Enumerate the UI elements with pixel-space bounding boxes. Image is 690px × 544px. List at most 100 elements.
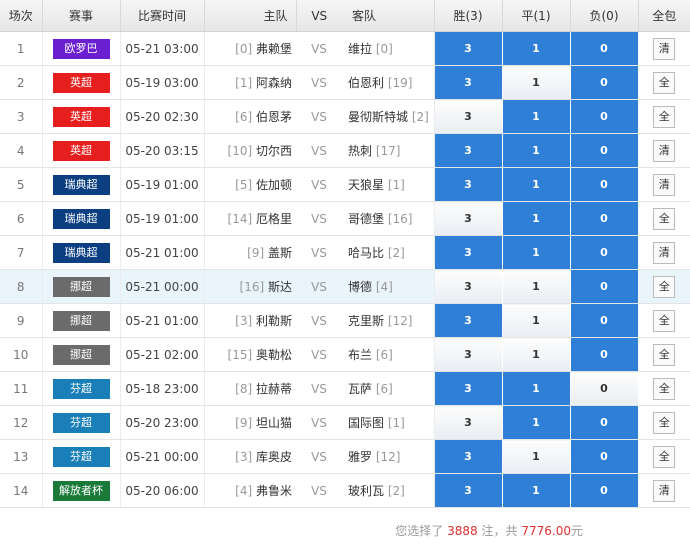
odd-lose-cell[interactable]: 0 bbox=[570, 303, 639, 338]
home-team-cell: [14] 厄格里 bbox=[204, 201, 296, 236]
odd-lose-cell[interactable]: 0 bbox=[570, 269, 639, 304]
betting-panel: 场次 赛事 比赛时间 主队 VS 客队 胜(3) 平(1) 负(0) 全包 1欧… bbox=[0, 0, 690, 544]
league-cell: 英超 bbox=[42, 65, 121, 100]
all-pick-cell: 全 bbox=[638, 371, 690, 406]
odd-draw-cell[interactable]: 1 bbox=[502, 337, 571, 372]
odd-draw-cell[interactable]: 1 bbox=[502, 235, 571, 270]
vs-label: VS bbox=[296, 371, 342, 406]
match-time: 05-20 02:30 bbox=[120, 99, 205, 134]
league-cell: 芬超 bbox=[42, 439, 121, 474]
odd-win-cell[interactable]: 3 bbox=[434, 235, 503, 270]
odd-draw-cell[interactable]: 1 bbox=[502, 31, 571, 66]
odd-lose-cell[interactable]: 0 bbox=[570, 473, 639, 508]
league-badge: 挪超 bbox=[52, 344, 110, 365]
all-pick-button[interactable]: 全 bbox=[653, 207, 676, 230]
home-team-cell: [4] 弗鲁米 bbox=[204, 473, 296, 508]
odd-lose-cell[interactable]: 0 bbox=[570, 439, 639, 474]
odd-draw-cell[interactable]: 1 bbox=[502, 99, 571, 134]
league-badge: 芬超 bbox=[52, 446, 110, 467]
odd-lose-cell[interactable]: 0 bbox=[570, 371, 639, 406]
odd-lose-cell[interactable]: 0 bbox=[570, 201, 639, 236]
odd-lose-cell[interactable]: 0 bbox=[570, 235, 639, 270]
odd-win-cell[interactable]: 3 bbox=[434, 371, 503, 406]
odd-lose-cell[interactable]: 0 bbox=[570, 337, 639, 372]
odd-lose-cell[interactable]: 0 bbox=[570, 31, 639, 66]
away-rank: [1] bbox=[387, 178, 405, 192]
header-lose: 负(0) bbox=[570, 0, 639, 32]
table-row: 8 挪超 05-21 00:00 [16] 斯达 VS 博德 [4] 3 1 0 全 bbox=[0, 269, 690, 304]
odd-lose-cell[interactable]: 0 bbox=[570, 405, 639, 440]
odd-win-cell[interactable]: 3 bbox=[434, 337, 503, 372]
odd-win-cell[interactable]: 3 bbox=[434, 133, 503, 168]
header-time: 比赛时间 bbox=[120, 0, 205, 32]
all-pick-button[interactable]: 全 bbox=[653, 445, 676, 468]
home-team: 伯恩茅 bbox=[255, 110, 292, 124]
all-pick-button[interactable]: 清 bbox=[653, 241, 676, 264]
odd-draw-cell[interactable]: 1 bbox=[502, 201, 571, 236]
odd-draw-cell[interactable]: 1 bbox=[502, 133, 571, 168]
all-pick-button[interactable]: 全 bbox=[653, 275, 676, 298]
odd-draw-cell[interactable]: 1 bbox=[502, 473, 571, 508]
summary-suffix: 元 bbox=[570, 524, 583, 538]
home-team-cell: [5] 佐加顿 bbox=[204, 167, 296, 202]
away-team-cell: 玻利瓦 [2] bbox=[342, 473, 435, 508]
odd-win-cell[interactable]: 3 bbox=[434, 99, 503, 134]
odd-win-cell[interactable]: 3 bbox=[434, 31, 503, 66]
all-pick-button[interactable]: 全 bbox=[653, 71, 676, 94]
away-team: 克里斯 bbox=[348, 314, 385, 328]
odd-win-cell[interactable]: 3 bbox=[434, 303, 503, 338]
all-pick-button[interactable]: 全 bbox=[653, 105, 676, 128]
odd-win-cell[interactable]: 3 bbox=[434, 405, 503, 440]
away-rank: [6] bbox=[375, 348, 393, 362]
all-pick-cell: 全 bbox=[638, 303, 690, 338]
odd-win-cell[interactable]: 3 bbox=[434, 473, 503, 508]
match-index: 14 bbox=[0, 473, 43, 508]
odd-win-cell[interactable]: 3 bbox=[434, 439, 503, 474]
away-team-cell: 克里斯 [12] bbox=[342, 303, 435, 338]
home-rank: [14] bbox=[227, 212, 253, 226]
odd-win-cell[interactable]: 3 bbox=[434, 201, 503, 236]
all-pick-button[interactable]: 全 bbox=[653, 309, 676, 332]
selection-summary: 您选择了 3888 注，共 7776.00元 bbox=[395, 522, 583, 539]
all-pick-button[interactable]: 全 bbox=[653, 343, 676, 366]
odd-draw-cell[interactable]: 1 bbox=[502, 269, 571, 304]
all-pick-button[interactable]: 清 bbox=[653, 37, 676, 60]
away-rank: [2] bbox=[387, 484, 405, 498]
odd-draw-cell[interactable]: 1 bbox=[502, 167, 571, 202]
odd-lose-cell[interactable]: 0 bbox=[570, 99, 639, 134]
odd-lose-cell[interactable]: 0 bbox=[570, 167, 639, 202]
all-pick-cell: 清 bbox=[638, 473, 690, 508]
odd-win-cell[interactable]: 3 bbox=[434, 167, 503, 202]
match-index: 9 bbox=[0, 303, 43, 338]
odd-draw-cell[interactable]: 1 bbox=[502, 371, 571, 406]
home-rank: [15] bbox=[227, 348, 253, 362]
home-team-cell: [1] 阿森纳 bbox=[204, 65, 296, 100]
table-row: 13 芬超 05-21 00:00 [3] 库奥皮 VS 雅罗 [12] 3 1 0 全 bbox=[0, 439, 690, 474]
match-index: 6 bbox=[0, 201, 43, 236]
odd-lose-cell[interactable]: 0 bbox=[570, 133, 639, 168]
all-pick-button[interactable]: 全 bbox=[653, 411, 676, 434]
league-cell: 解放者杯 bbox=[42, 473, 121, 508]
all-pick-button[interactable]: 全 bbox=[653, 377, 676, 400]
home-team: 阿森纳 bbox=[255, 76, 292, 90]
odd-draw-cell[interactable]: 1 bbox=[502, 439, 571, 474]
odd-lose-cell[interactable]: 0 bbox=[570, 65, 639, 100]
table-row: 12 芬超 05-20 23:00 [9] 坦山猫 VS 国际图 [1] 3 1 0 全 bbox=[0, 405, 690, 440]
odd-draw-cell[interactable]: 1 bbox=[502, 303, 571, 338]
all-pick-button[interactable]: 清 bbox=[653, 479, 676, 502]
all-pick-button[interactable]: 清 bbox=[653, 173, 676, 196]
odd-win-cell[interactable]: 3 bbox=[434, 269, 503, 304]
odd-draw-cell[interactable]: 1 bbox=[502, 65, 571, 100]
match-index: 5 bbox=[0, 167, 43, 202]
home-team: 斯达 bbox=[267, 280, 292, 294]
odd-win-cell[interactable]: 3 bbox=[434, 65, 503, 100]
away-team: 热刺 bbox=[348, 144, 373, 158]
away-team-cell: 天狼星 [1] bbox=[342, 167, 435, 202]
vs-label: VS bbox=[296, 473, 342, 508]
all-pick-button[interactable]: 清 bbox=[653, 139, 676, 162]
all-pick-cell: 清 bbox=[638, 167, 690, 202]
header-all: 全包 bbox=[638, 0, 690, 32]
odd-draw-cell[interactable]: 1 bbox=[502, 405, 571, 440]
home-team: 佐加顿 bbox=[255, 178, 292, 192]
league-cell: 挪超 bbox=[42, 269, 121, 304]
